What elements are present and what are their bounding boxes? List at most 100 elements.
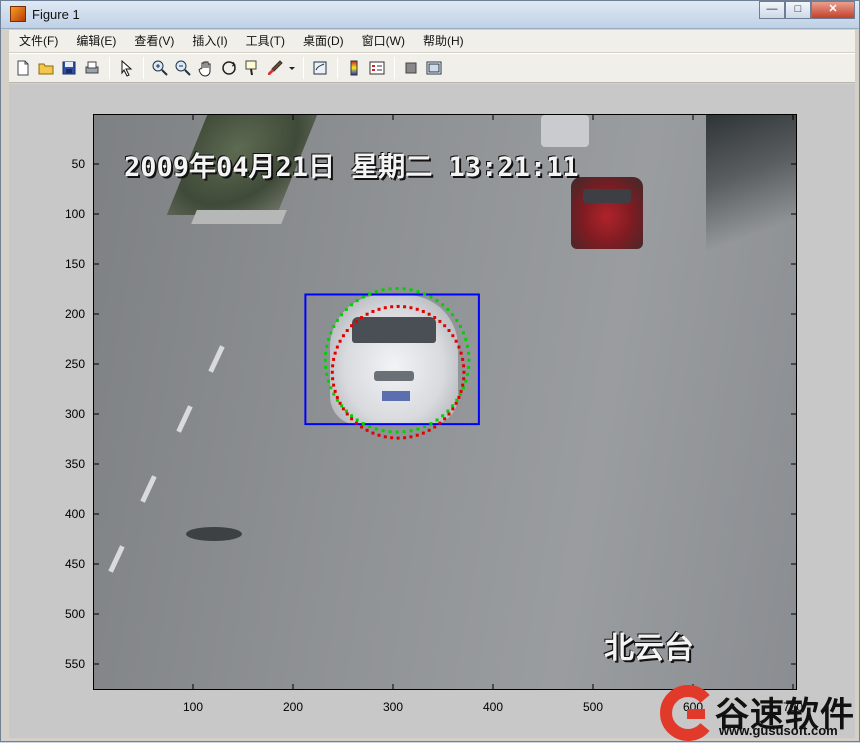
toolbar-separator xyxy=(143,57,144,79)
contour-point xyxy=(355,418,359,422)
x-tick-label: 300 xyxy=(382,700,404,714)
menu-view[interactable]: 查看(V) xyxy=(125,30,183,52)
contour-point xyxy=(466,372,470,376)
contour-point xyxy=(360,425,364,429)
contour-point xyxy=(350,417,354,421)
toolbar-separator xyxy=(337,57,338,79)
figure-window: Figure 1 — □ ✕ 文件(F) 编辑(E) 查看(V) 插入(I) 工… xyxy=(0,0,860,742)
hide-plot-tools-icon[interactable] xyxy=(400,57,422,79)
contour-point xyxy=(455,398,459,402)
contour-point xyxy=(325,344,329,348)
watermark-logo-icon xyxy=(660,685,710,741)
contour-point xyxy=(332,383,336,387)
contour-point xyxy=(360,316,364,320)
contour-point xyxy=(446,308,450,312)
brush-icon[interactable] xyxy=(264,57,286,79)
contour-point xyxy=(457,345,461,349)
contour-point xyxy=(331,364,335,368)
contour-point xyxy=(416,427,420,431)
contour-point xyxy=(462,370,466,374)
contour-point xyxy=(464,337,468,341)
contour-point xyxy=(390,305,394,309)
x-tick-label: 200 xyxy=(282,700,304,714)
contour-point xyxy=(345,329,349,333)
close-button[interactable]: ✕ xyxy=(811,1,855,19)
y-tick-label: 350 xyxy=(64,457,85,471)
contour-point xyxy=(429,295,433,299)
contour-point xyxy=(409,435,413,439)
contour-point xyxy=(324,365,328,369)
contour-point xyxy=(333,389,337,393)
zoom-out-icon[interactable] xyxy=(172,57,194,79)
contour-point xyxy=(324,351,328,355)
contour-point xyxy=(458,324,462,328)
minimize-button[interactable]: — xyxy=(759,1,785,19)
contour-point xyxy=(402,287,406,291)
contour-point xyxy=(338,401,342,405)
contour-point xyxy=(466,344,470,348)
y-tick-label: 300 xyxy=(64,407,85,421)
zoom-in-icon[interactable] xyxy=(149,57,171,79)
menu-insert[interactable]: 插入(I) xyxy=(183,30,236,52)
contour-point xyxy=(335,345,339,349)
contour-point xyxy=(409,288,413,292)
toolbar-separator xyxy=(394,57,395,79)
pan-hand-icon[interactable] xyxy=(195,57,217,79)
menu-desktop[interactable]: 桌面(D) xyxy=(294,30,353,52)
contour-point xyxy=(461,383,465,387)
window-controls: — □ ✕ xyxy=(759,1,855,19)
toolbar-separator xyxy=(303,57,304,79)
contour-point xyxy=(459,351,463,355)
edit-plot-arrow-icon[interactable] xyxy=(115,57,137,79)
contour-point xyxy=(350,324,354,328)
menu-window[interactable]: 窗口(W) xyxy=(353,30,414,52)
y-tick-label: 150 xyxy=(64,257,85,271)
contour-point xyxy=(409,306,413,310)
rotate-3d-icon[interactable] xyxy=(218,57,240,79)
y-tick-label: 200 xyxy=(64,307,85,321)
save-icon[interactable] xyxy=(58,57,80,79)
title-bar[interactable]: Figure 1 — □ ✕ xyxy=(1,1,859,29)
contour-point xyxy=(455,318,459,322)
contour-point xyxy=(416,290,420,294)
contour-point xyxy=(365,428,369,432)
contour-point xyxy=(371,431,375,435)
contour-point xyxy=(415,307,419,311)
y-tick-label: 500 xyxy=(64,607,85,621)
contour-point xyxy=(396,304,400,308)
contour-point xyxy=(335,395,339,399)
data-cursor-icon[interactable] xyxy=(241,57,263,79)
contour-point xyxy=(402,430,406,434)
contour-point xyxy=(415,433,419,437)
watermark: 谷速软件 www.gususoft.com xyxy=(659,685,859,741)
contour-point xyxy=(467,358,471,362)
contour-point xyxy=(374,290,378,294)
y-tick-label: 450 xyxy=(64,557,85,571)
contour-point xyxy=(377,307,381,311)
menu-help[interactable]: 帮助(H) xyxy=(414,30,473,52)
image-axes[interactable]: 2009年04月21日 星期二 13:21:11 北云台 xyxy=(93,114,797,690)
menu-edit[interactable]: 编辑(E) xyxy=(67,30,125,52)
contour-point xyxy=(423,425,427,429)
contour-point xyxy=(443,417,447,421)
new-figure-icon[interactable] xyxy=(12,57,34,79)
print-icon[interactable] xyxy=(81,57,103,79)
contour-point xyxy=(395,430,399,434)
menu-tools[interactable]: 工具(T) xyxy=(237,30,294,52)
show-plot-tools-icon[interactable] xyxy=(423,57,445,79)
open-file-icon[interactable] xyxy=(35,57,57,79)
insert-legend-icon[interactable] xyxy=(366,57,388,79)
menu-file[interactable]: 文件(F) xyxy=(9,30,67,52)
brush-dropdown-icon[interactable] xyxy=(287,57,297,79)
maximize-button[interactable]: □ xyxy=(785,1,811,19)
contour-point xyxy=(332,392,336,396)
contour-point xyxy=(427,312,431,316)
contour-point xyxy=(355,299,359,303)
contour-point xyxy=(381,288,385,292)
contour-point xyxy=(467,365,471,369)
insert-colorbar-icon[interactable] xyxy=(343,57,365,79)
matlab-icon xyxy=(10,6,26,22)
contour-point xyxy=(457,395,461,399)
link-plot-icon[interactable] xyxy=(309,57,331,79)
contour-point xyxy=(467,351,471,355)
